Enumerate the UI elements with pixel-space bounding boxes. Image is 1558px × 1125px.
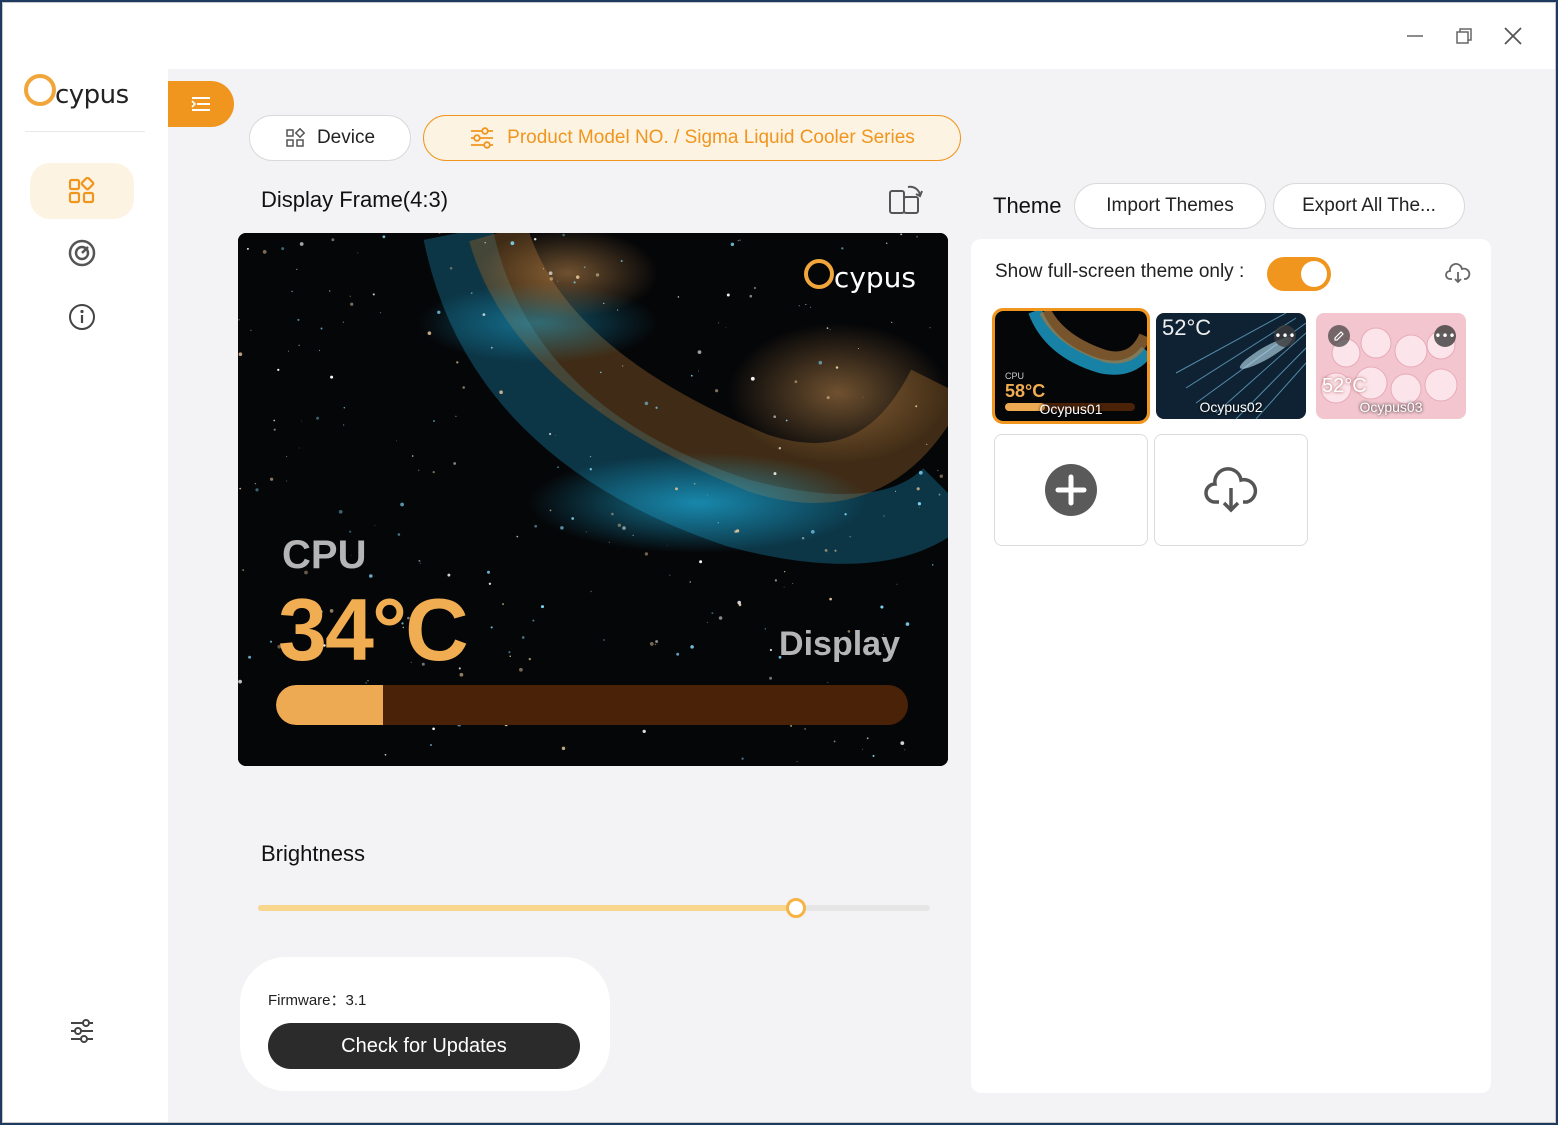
- tab-device-label: Device: [316, 127, 376, 148]
- display-preview: cypus CPU 34°C Display: [238, 233, 948, 766]
- restore-icon: [1456, 28, 1472, 44]
- preview-cpu-label: CPU: [282, 533, 367, 577]
- theme-thumb-temp: 52°C: [1162, 315, 1212, 340]
- menu-toggle-button[interactable]: [168, 81, 234, 127]
- theme-thumb-temp: 52°C: [1322, 375, 1367, 397]
- firmware-card: Firmware：3.1 Check for Updates: [240, 957, 610, 1091]
- toggle-knob: [1301, 261, 1327, 287]
- close-icon: [1504, 27, 1522, 45]
- logo-ring-icon: [24, 74, 56, 106]
- rotate-display-button[interactable]: [886, 181, 926, 217]
- sliders-icon: [71, 1019, 93, 1043]
- preview-logo-ring-icon: [803, 258, 834, 289]
- main-content: Device Product Model NO. / Sigma Liquid …: [168, 69, 1555, 1122]
- sidebar-item-performance[interactable]: [30, 225, 134, 281]
- sidebar-divider: [25, 131, 145, 132]
- theme-item-name: Ocypus01: [1039, 401, 1103, 417]
- theme-more-button[interactable]: •••: [1274, 325, 1296, 347]
- theme-edit-button[interactable]: [1328, 325, 1350, 347]
- tab-product-model[interactable]: Product Model NO. / Sigma Liquid Cooler …: [423, 115, 961, 161]
- menu-collapse-icon: [191, 97, 210, 111]
- sidebar-item-settings[interactable]: [30, 1003, 134, 1059]
- cloud-download-icon: [1445, 263, 1471, 284]
- theme-thumb-temp: 58°C: [1005, 381, 1046, 401]
- theme-item-name: Ocypus02: [1199, 399, 1263, 415]
- theme-more-button[interactable]: •••: [1434, 325, 1456, 347]
- theme-item-ocypus02[interactable]: 52°C ••• Ocypus02: [1156, 313, 1306, 419]
- check-updates-button[interactable]: Check for Updates: [268, 1023, 580, 1069]
- sidebar-item-dashboard[interactable]: [30, 163, 134, 219]
- theme-item-name: Ocypus03: [1359, 399, 1423, 415]
- minimize-button[interactable]: [1395, 19, 1435, 53]
- app-logo: cypus: [23, 69, 129, 111]
- maximize-button[interactable]: [1444, 19, 1484, 53]
- brightness-slider-thumb[interactable]: [785, 898, 806, 918]
- download-theme-button[interactable]: [1154, 434, 1308, 546]
- title-bar: [3, 3, 1555, 69]
- display-frame-title: Display Frame(4:3): [261, 187, 449, 212]
- info-icon: [69, 304, 95, 330]
- pencil-icon: [1334, 331, 1344, 341]
- brightness-slider-fill: [258, 905, 796, 911]
- close-button[interactable]: [1493, 19, 1533, 53]
- theme-item-ocypus03[interactable]: 52°C ••• Ocypus03: [1316, 313, 1466, 419]
- device-grid-icon: [286, 128, 305, 147]
- sidebar: cypus: [3, 69, 168, 1122]
- import-themes-button[interactable]: Import Themes: [1074, 183, 1266, 229]
- cloud-download-small-button[interactable]: [1445, 261, 1471, 289]
- fullscreen-toggle[interactable]: [1267, 257, 1331, 291]
- tab-product-model-label: Product Model NO. / Sigma Liquid Cooler …: [507, 127, 915, 148]
- theme-panel: Show full-screen theme only : CPU 58°C O…: [971, 239, 1491, 1093]
- logo-text: cypus: [55, 80, 129, 110]
- add-theme-button[interactable]: [994, 434, 1148, 546]
- brightness-slider[interactable]: [258, 898, 930, 918]
- theme-title: Theme: [993, 193, 1062, 218]
- sidebar-item-info[interactable]: [30, 289, 134, 345]
- preview-logo-text: cypus: [833, 261, 916, 294]
- brightness-label: Brightness: [261, 841, 365, 866]
- cloud-download-large-icon: [1204, 467, 1258, 513]
- preview-usage-bar-fill: [276, 685, 384, 725]
- preview-display-label: Display: [779, 625, 900, 663]
- grid-icon: [68, 177, 95, 204]
- plus-circle-icon: [1045, 464, 1097, 516]
- minimize-icon: [1407, 35, 1423, 37]
- preview-temp-value: 34°C: [278, 580, 469, 679]
- export-themes-button[interactable]: Export All The...: [1273, 183, 1465, 229]
- gauge-icon: [68, 239, 96, 267]
- theme-item-ocypus01[interactable]: CPU 58°C Ocypus01: [992, 308, 1150, 424]
- adjust-icon: [471, 127, 494, 149]
- tab-device[interactable]: Device: [249, 115, 411, 161]
- theme-thumb-cpu: CPU: [1005, 371, 1025, 381]
- preview-logo: cypus: [802, 253, 916, 294]
- fullscreen-toggle-label: Show full-screen theme only :: [995, 261, 1245, 282]
- firmware-version: Firmware：3.1: [268, 992, 367, 1009]
- app-window: cypus Device Product Model NO. / Sigma L…: [2, 2, 1556, 1123]
- preview-usage-bar: [276, 685, 908, 725]
- rotate-icon: [889, 185, 923, 214]
